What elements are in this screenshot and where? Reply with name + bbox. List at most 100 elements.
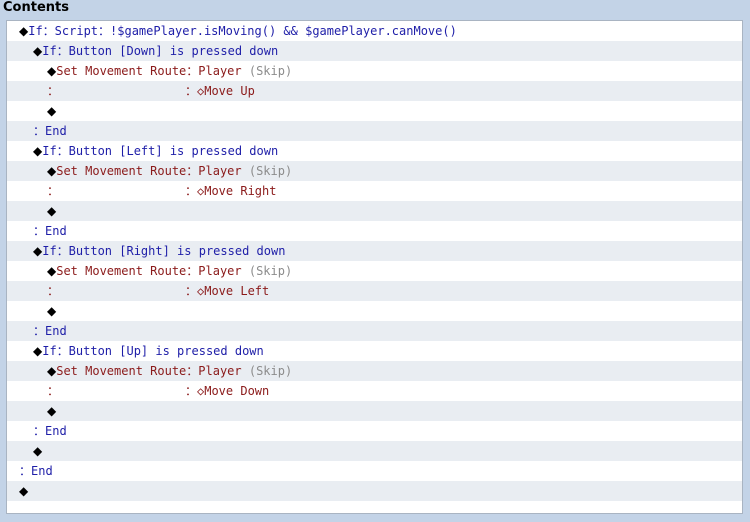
command-text: ◆ [19, 481, 28, 501]
command-text: ：End [33, 121, 67, 141]
command-text: ：End [33, 421, 67, 441]
command-row[interactable]: ： ：◇Move Down [7, 381, 742, 401]
command-token: (Skip) [248, 264, 293, 278]
command-bullet-icon: ◆ [47, 264, 57, 278]
command-token: (Skip) [248, 364, 293, 378]
command-bullet-icon: ◆ [47, 364, 57, 378]
command-token: ： [47, 184, 60, 198]
route-step-token: ：◇Move Down [185, 384, 270, 398]
command-text: ◆If：Button [Down] is pressed down [33, 41, 278, 61]
command-text: ◆If：Button [Up] is pressed down [33, 341, 264, 361]
command-text: ◆Set Movement Route：Player (Skip) [47, 361, 292, 381]
command-text: ： [47, 381, 59, 401]
command-token: (Skip) [248, 64, 293, 78]
panel-title: Contents [3, 0, 69, 15]
command-row[interactable]: ◆If：Button [Up] is pressed down [7, 341, 742, 361]
command-token: ： [47, 384, 60, 398]
route-step-text: ：◇Move Down [185, 381, 269, 401]
command-row[interactable]: ：End [7, 461, 742, 481]
command-token: ：End [33, 324, 67, 338]
route-step-token: ：◇Move Right [185, 184, 277, 198]
command-row[interactable]: ◆ [7, 301, 742, 321]
command-token: Set Movement Route： [56, 164, 199, 178]
route-step-token: ：◇Move Up [185, 84, 255, 98]
command-bullet-icon: ◆ [33, 244, 43, 258]
command-row[interactable]: ：End [7, 121, 742, 141]
command-token: If：Button [Up] is pressed down [42, 344, 264, 358]
command-token: Player [198, 64, 249, 78]
command-row[interactable]: ◆If：Button [Down] is pressed down [7, 41, 742, 61]
command-row[interactable]: ◆ [7, 481, 742, 501]
command-row[interactable]: ◆If：Button [Right] is pressed down [7, 241, 742, 261]
command-bullet-icon: ◆ [47, 404, 57, 418]
command-row[interactable]: ◆ [7, 441, 742, 461]
command-token: ：End [33, 124, 67, 138]
command-token: If：Button [Down] is pressed down [42, 44, 279, 58]
command-row[interactable]: ： ：◇Move Up [7, 81, 742, 101]
command-bullet-icon: ◆ [47, 204, 57, 218]
command-text: ：End [19, 461, 53, 481]
command-row[interactable]: ： ：◇Move Left [7, 281, 742, 301]
command-text: ◆ [47, 401, 56, 421]
command-text: ：End [33, 221, 67, 241]
route-step-token: ：◇Move Left [185, 284, 270, 298]
command-bullet-icon: ◆ [19, 484, 29, 498]
command-row[interactable]: ◆If：Button [Left] is pressed down [7, 141, 742, 161]
command-token: If：Button [Right] is pressed down [42, 244, 286, 258]
command-bullet-icon: ◆ [33, 344, 43, 358]
command-bullet-icon: ◆ [33, 444, 43, 458]
route-step-text: ：◇Move Left [185, 281, 269, 301]
command-row[interactable]: ： ：◇Move Right [7, 181, 742, 201]
route-step-text: ：◇Move Up [185, 81, 255, 101]
command-token: ：End [33, 424, 67, 438]
command-text: ：End [33, 321, 67, 341]
command-token: ：End [19, 464, 53, 478]
command-text: ◆ [33, 441, 42, 461]
event-command-list[interactable]: ◆If：Script：!$gamePlayer.isMoving() && $g… [6, 20, 743, 514]
command-text: ◆If：Button [Left] is pressed down [33, 141, 278, 161]
contents-header: Contents [0, 0, 750, 17]
command-row[interactable]: ：End [7, 221, 742, 241]
command-token: ：End [33, 224, 67, 238]
command-row[interactable]: ◆Set Movement Route：Player (Skip) [7, 361, 742, 381]
route-step-text: ：◇Move Right [185, 181, 276, 201]
command-bullet-icon: ◆ [47, 104, 57, 118]
command-text: ： [47, 81, 59, 101]
command-text: ◆ [47, 201, 56, 221]
command-text: ◆If：Button [Right] is pressed down [33, 241, 285, 261]
command-token: If：Script：!$gamePlayer.isMoving() && $ga… [28, 24, 457, 38]
command-text: ◆ [47, 101, 56, 121]
command-token: (Skip) [248, 164, 293, 178]
command-row[interactable]: ◆If：Script：!$gamePlayer.isMoving() && $g… [7, 21, 742, 41]
command-token: ： [47, 84, 60, 98]
command-row[interactable]: ◆Set Movement Route：Player (Skip) [7, 161, 742, 181]
command-row[interactable]: ：End [7, 321, 742, 341]
command-token: If：Button [Left] is pressed down [42, 144, 279, 158]
command-token: Player [198, 264, 249, 278]
command-bullet-icon: ◆ [47, 164, 57, 178]
command-bullet-icon: ◆ [19, 24, 29, 38]
command-bullet-icon: ◆ [33, 144, 43, 158]
command-text: ◆Set Movement Route：Player (Skip) [47, 261, 292, 281]
command-token: Player [198, 164, 249, 178]
command-token: ： [47, 284, 60, 298]
command-row[interactable]: ◆ [7, 101, 742, 121]
command-bullet-icon: ◆ [33, 44, 43, 58]
command-token: Set Movement Route： [56, 64, 199, 78]
command-token: Player [198, 364, 249, 378]
command-row[interactable]: ◆ [7, 201, 742, 221]
command-token: Set Movement Route： [56, 364, 199, 378]
command-row[interactable]: ：End [7, 421, 742, 441]
command-row[interactable]: ◆ [7, 401, 742, 421]
command-bullet-icon: ◆ [47, 64, 57, 78]
command-bullet-icon: ◆ [47, 304, 57, 318]
command-row[interactable]: ◆Set Movement Route：Player (Skip) [7, 261, 742, 281]
command-text: ◆Set Movement Route：Player (Skip) [47, 61, 292, 81]
command-text: ◆ [47, 301, 56, 321]
command-text: ： [47, 281, 59, 301]
command-text: ◆Set Movement Route：Player (Skip) [47, 161, 292, 181]
command-row[interactable]: ◆Set Movement Route：Player (Skip) [7, 61, 742, 81]
command-text: ： [47, 181, 59, 201]
command-text: ◆If：Script：!$gamePlayer.isMoving() && $g… [19, 21, 457, 41]
command-token: Set Movement Route： [56, 264, 199, 278]
